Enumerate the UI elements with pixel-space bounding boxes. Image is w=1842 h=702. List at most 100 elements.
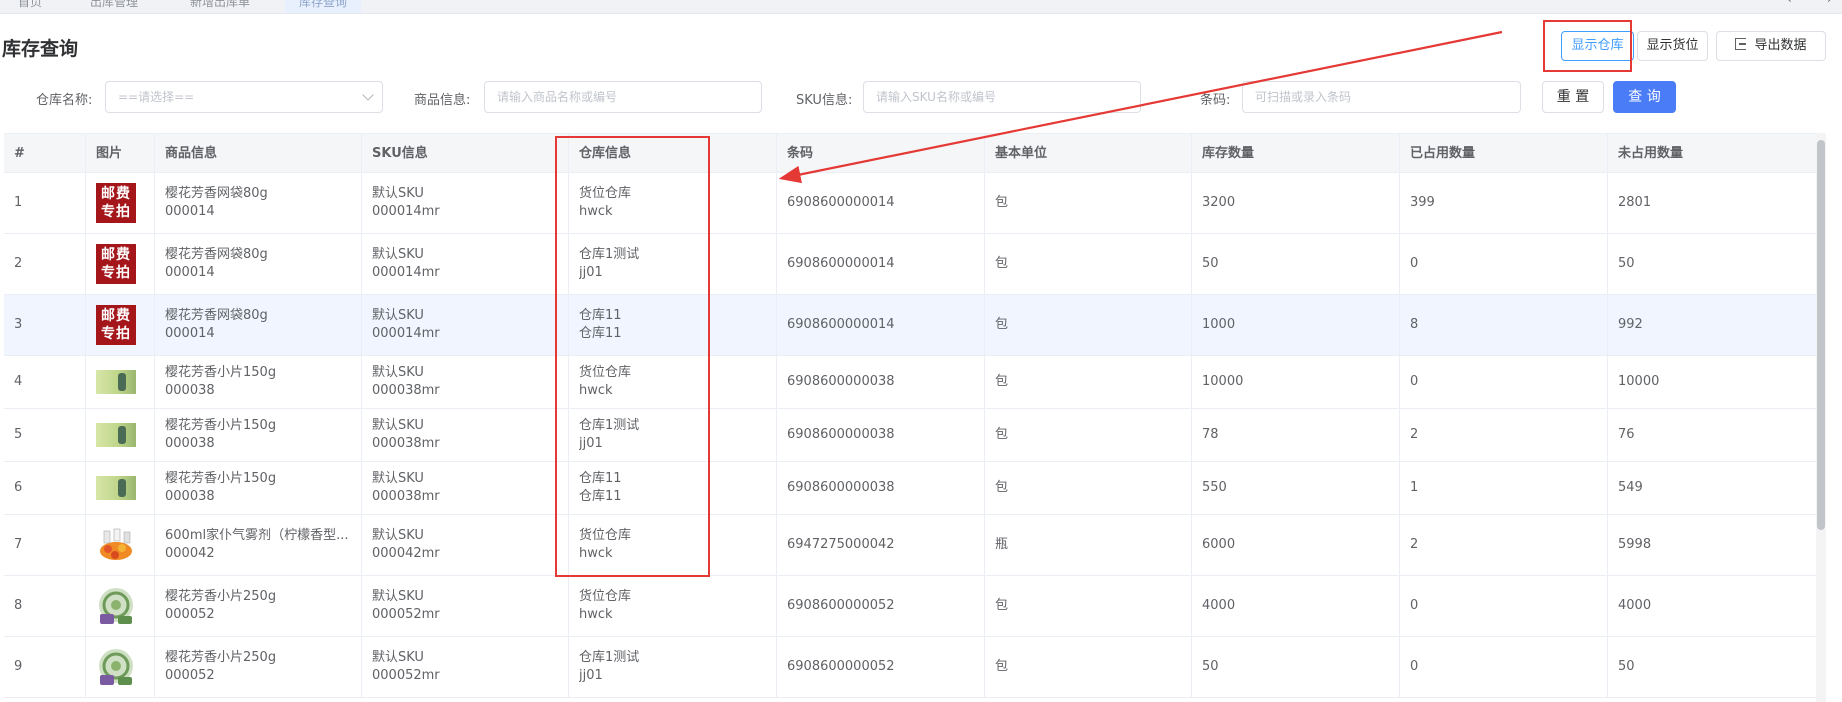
cell-sku: 默认SKU 000038mr <box>362 356 569 408</box>
cell-code: 000038 <box>165 436 215 451</box>
cell-code: 000052 <box>165 668 215 683</box>
cell-barcode: 6908600000014 <box>777 173 985 233</box>
tab-outbound[interactable]: 出库管理 <box>76 0 152 13</box>
cell-unit: 包 <box>985 409 1192 461</box>
sku-search-input[interactable]: 请输入SKU名称或编号 <box>863 81 1141 113</box>
product-thumbnail[interactable]: 邮费专拍 <box>96 244 136 284</box>
thumbnail-text: 邮费专拍 <box>101 247 131 281</box>
table-row[interactable]: 8 樱花芳香小片250g 000052 默认SKU 000052mr 货位仓库 hwck 69… <box>4 576 1816 637</box>
table-row[interactable]: 3 邮费专拍 樱花芳香网袋80g 000014 默认SKU 000014mr 仓库11 仓库1… <box>4 295 1816 356</box>
query-button[interactable]: 查 询 <box>1613 81 1676 113</box>
cell-idx-text: 9 <box>14 659 23 674</box>
cell-sku: 默认SKU <box>372 365 424 380</box>
cell-free-text: 76 <box>1618 427 1635 442</box>
product-thumbnail[interactable] <box>96 525 136 565</box>
product-thumbnail[interactable]: 邮费专拍 <box>96 305 136 345</box>
product-image-cell: 邮费专拍 <box>86 173 155 233</box>
product-thumbnail[interactable] <box>96 370 136 394</box>
thumbnail-text: 邮费专拍 <box>101 186 131 220</box>
tab-new-outbound[interactable]: 新增出库单 <box>176 0 264 13</box>
cell-sku_code: 000014mr <box>372 326 440 341</box>
vertical-scrollbar-thumb[interactable] <box>1817 140 1825 530</box>
tab-next-icon[interactable]: › <box>1827 0 1832 6</box>
product-thumbnail[interactable] <box>96 647 136 687</box>
table-row[interactable]: 6 樱花芳香小片150g 000038 默认SKU 000038mr 仓库11 仓库11 69… <box>4 462 1816 515</box>
cell-idx-text: 5 <box>14 427 23 442</box>
cell-sku: 默认SKU <box>372 650 424 665</box>
cell-wh: 货位仓库 hwck <box>569 576 777 636</box>
tab-home[interactable]: 首页 <box>4 0 56 13</box>
tab-prev-icon[interactable]: ‹ <box>1787 0 1792 6</box>
barcode-filter-label: 条码: <box>1200 93 1231 108</box>
cell-name: 樱花芳香小片150g 000038 <box>155 356 362 408</box>
cell-barcode-text: 6908600000014 <box>787 317 895 332</box>
cell-barcode: 6908600000052 <box>777 576 985 636</box>
barcode-input[interactable]: 可扫描或录入条码 <box>1242 81 1521 113</box>
sku-input-placeholder: 请输入SKU名称或编号 <box>876 90 996 104</box>
cell-used: 2 <box>1400 515 1608 575</box>
cell-used: 2 <box>1400 409 1608 461</box>
cell-used: 0 <box>1400 356 1608 408</box>
show-location-button[interactable]: 显示货位 <box>1637 31 1708 61</box>
cell-sku_code: 000038mr <box>372 489 440 504</box>
product-thumbnail[interactable]: 邮费专拍 <box>96 183 136 223</box>
cell-stock-text: 1000 <box>1202 317 1236 332</box>
cell-barcode-text: 6908600000052 <box>787 598 895 613</box>
cell-unit-text: 包 <box>995 598 1009 613</box>
cell-sku: 默认SKU 000038mr <box>362 462 569 514</box>
cell-name: 樱花芳香小片250g <box>165 589 277 604</box>
cell-sku_code: 000038mr <box>372 383 440 398</box>
cell-used-text: 8 <box>1410 317 1419 332</box>
reset-button[interactable]: 重 置 <box>1542 81 1604 113</box>
chevron-down-icon <box>362 89 374 101</box>
cell-free-text: 992 <box>1618 317 1643 332</box>
cell-sku: 默认SKU 000052mr <box>362 576 569 636</box>
table-row[interactable]: 5 樱花芳香小片150g 000038 默认SKU 000038mr 仓库1测试 jj01 6… <box>4 409 1816 462</box>
annotation-box-button <box>1543 20 1632 72</box>
cell-idx-text: 4 <box>14 374 23 389</box>
page-title: 库存查询 <box>2 38 79 60</box>
warehouse-select-placeholder: ==请选择== <box>118 90 195 104</box>
table-row[interactable]: 9 樱花芳香小片250g 000052 默认SKU 000052mr 仓库1测试 jj01 6… <box>4 637 1816 698</box>
product-thumbnail[interactable] <box>96 586 136 626</box>
cell-wh_code: hwck <box>579 607 613 622</box>
cell-used-text: 0 <box>1410 659 1419 674</box>
cell-stock: 3200 <box>1192 173 1400 233</box>
table-row[interactable]: 1 邮费专拍 樱花芳香网袋80g 000014 默认SKU 000014mr 货位仓库 hwc… <box>4 173 1816 234</box>
cell-sku: 默认SKU <box>372 471 424 486</box>
cell-sku_code: 000038mr <box>372 436 440 451</box>
product-search-input[interactable]: 请输入商品名称或编号 <box>484 81 762 113</box>
table-row[interactable]: 4 樱花芳香小片150g 000038 默认SKU 000038mr 货位仓库 hwck 69… <box>4 356 1816 409</box>
tab-inventory[interactable]: 库存查询 <box>285 0 362 13</box>
cell-unit-text: 包 <box>995 317 1009 332</box>
cell-free: 5998 <box>1608 515 1816 575</box>
product-image-cell <box>86 576 155 636</box>
product-input-placeholder: 请输入商品名称或编号 <box>497 90 618 104</box>
product-thumbnail[interactable] <box>96 476 136 500</box>
table-row[interactable]: 2 邮费专拍 樱花芳香网袋80g 000014 默认SKU 000014mr 仓库1测试 jj… <box>4 234 1816 295</box>
cell-free: 4000 <box>1608 576 1816 636</box>
cell-stock: 1000 <box>1192 295 1400 355</box>
product-thumbnail[interactable] <box>96 423 136 447</box>
cell-code: 000014 <box>165 326 215 341</box>
cell-code: 000038 <box>165 383 215 398</box>
cell-unit-text: 包 <box>995 659 1009 674</box>
cell-stock-text: 550 <box>1202 480 1227 495</box>
table-row[interactable]: 7 600ml家仆气雾剂（柠檬香型... 000042 默认SKU 000042mr 货位… <box>4 515 1816 576</box>
cell-sku: 默认SKU <box>372 308 424 323</box>
warehouse-select[interactable]: ==请选择== <box>105 81 383 113</box>
export-data-button[interactable]: 导出数据 <box>1716 31 1826 61</box>
cell-idx: 7 <box>4 515 86 575</box>
cell-idx: 4 <box>4 356 86 408</box>
cell-unit-text: 包 <box>995 480 1009 495</box>
cell-idx: 3 <box>4 295 86 355</box>
cell-stock: 550 <box>1192 462 1400 514</box>
cell-unit: 包 <box>985 234 1192 294</box>
cell-sku: 默认SKU 000038mr <box>362 409 569 461</box>
cell-barcode-text: 6947275000042 <box>787 537 895 552</box>
cell-used-text: 2 <box>1410 537 1419 552</box>
annotation-box-column <box>555 136 710 577</box>
cell-sku: 默认SKU <box>372 528 424 543</box>
cell-used-text: 399 <box>1410 195 1435 210</box>
cell-unit: 包 <box>985 356 1192 408</box>
